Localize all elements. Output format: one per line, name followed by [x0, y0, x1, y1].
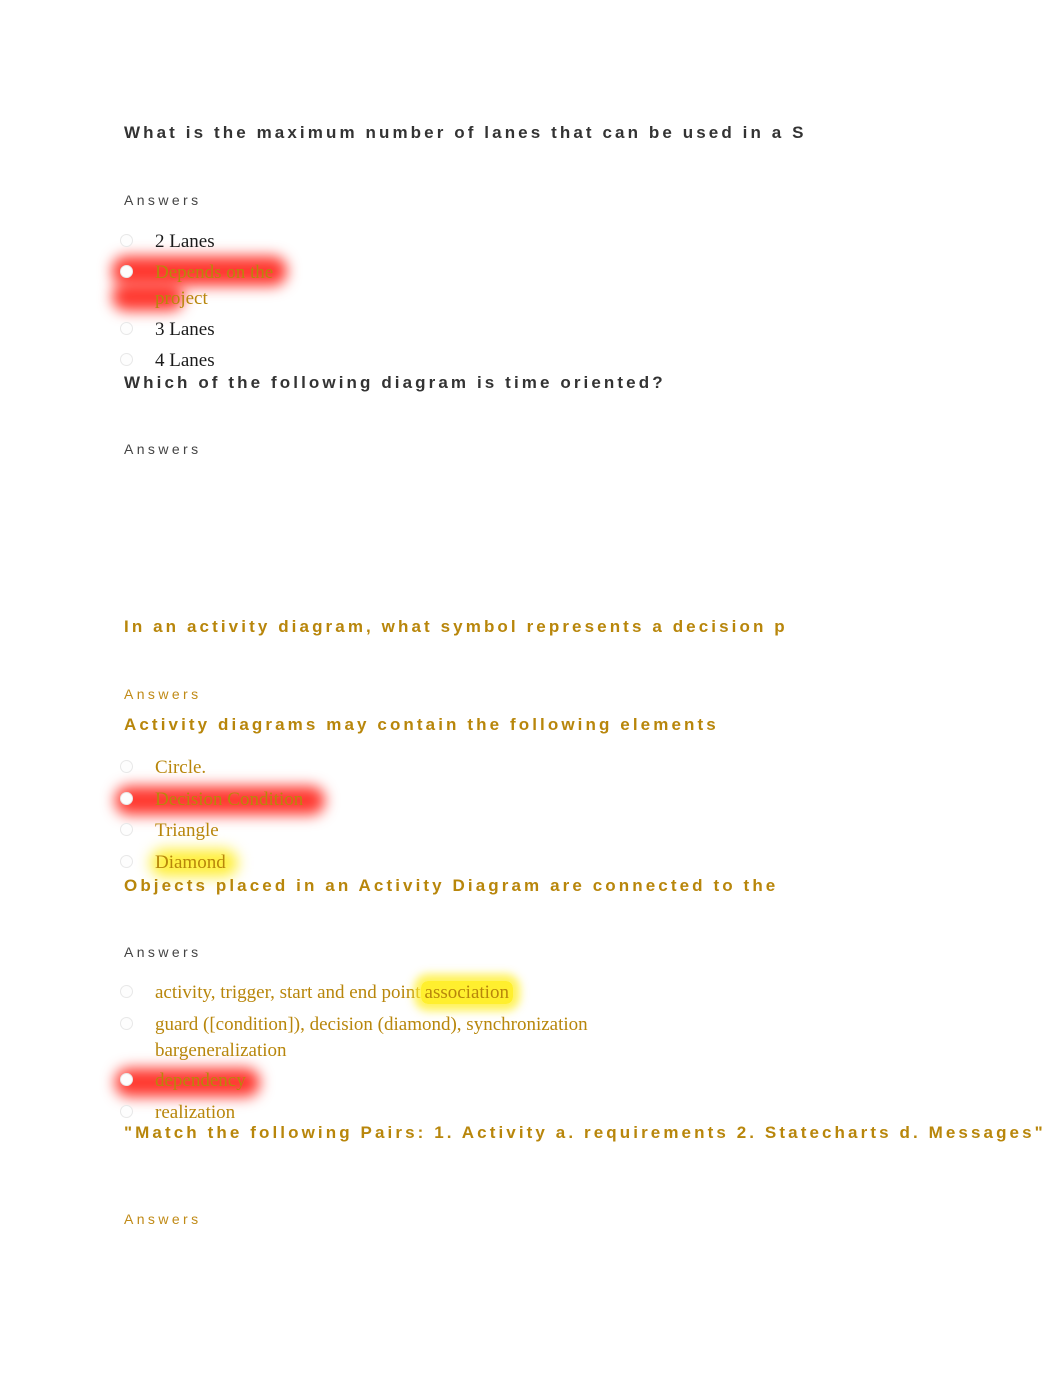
option-label: Triangle: [155, 820, 219, 841]
question-heading-1: What is the maximum number of lanes that…: [124, 123, 807, 142]
radio-button[interactable]: [120, 234, 133, 247]
question-heading-5: Objects placed in an Activity Diagram ar…: [124, 876, 779, 895]
radio-button[interactable]: [120, 855, 133, 868]
radio-button[interactable]: [120, 1017, 133, 1030]
option-label: dependency: [155, 1070, 246, 1091]
answers-label-1: Answers: [124, 192, 202, 208]
radio-button[interactable]: [120, 985, 133, 998]
radio-button[interactable]: [120, 1073, 133, 1086]
option-row[interactable]: 2 Lanes: [120, 229, 215, 255]
option-label: activity, trigger, start and end point as…: [155, 980, 715, 1006]
radio-button[interactable]: [120, 823, 133, 836]
option-label-plain: activity, trigger, start and end point: [155, 982, 421, 1003]
question-heading-3: In an activity diagram, what symbol repr…: [124, 617, 788, 636]
answers-label-6: Answers: [124, 1211, 202, 1227]
option-row[interactable]: activity, trigger, start and end point as…: [120, 980, 715, 1006]
option-label: Circle.: [155, 757, 207, 778]
radio-button[interactable]: [120, 265, 133, 278]
option-row[interactable]: Depends on the project: [120, 260, 310, 312]
option-row[interactable]: dependency: [120, 1068, 246, 1094]
option-label: 4 Lanes: [155, 350, 215, 371]
question-heading-2: Which of the following diagram is time o…: [124, 373, 666, 392]
option-label: 3 Lanes: [155, 319, 215, 340]
radio-button[interactable]: [120, 792, 133, 805]
option-row[interactable]: Decision Condition: [120, 787, 303, 813]
option-row[interactable]: Circle.: [120, 755, 206, 781]
radio-button[interactable]: [120, 353, 133, 366]
option-row[interactable]: Triangle: [120, 818, 219, 844]
question-heading-4: Activity diagrams may contain the follow…: [124, 715, 719, 734]
radio-button[interactable]: [120, 1105, 133, 1118]
answers-label-2: Answers: [124, 441, 202, 457]
option-label: Depends on the project: [155, 262, 274, 309]
option-label-highlighted: association: [420, 981, 513, 1004]
answers-label-5: Answers: [124, 944, 202, 960]
option-label: Decision Condition: [155, 789, 304, 810]
option-label: Diamond: [155, 852, 226, 873]
option-row[interactable]: 3 Lanes: [120, 317, 215, 343]
option-label: guard ([condition]), decision (diamond),…: [155, 1012, 710, 1064]
document-page: What is the maximum number of lanes that…: [0, 0, 1062, 1377]
option-label-suffix: generalization: [178, 1040, 287, 1061]
radio-button[interactable]: [120, 760, 133, 773]
option-row[interactable]: guard ([condition]), decision (diamond),…: [120, 1012, 710, 1064]
option-label: 2 Lanes: [155, 231, 215, 252]
answers-label-3: Answers: [124, 686, 202, 702]
option-row[interactable]: Diamond: [120, 850, 226, 876]
radio-button[interactable]: [120, 322, 133, 335]
option-row[interactable]: 4 Lanes: [120, 348, 215, 374]
question-heading-6: "Match the following Pairs: 1. Activity …: [124, 1123, 1046, 1142]
